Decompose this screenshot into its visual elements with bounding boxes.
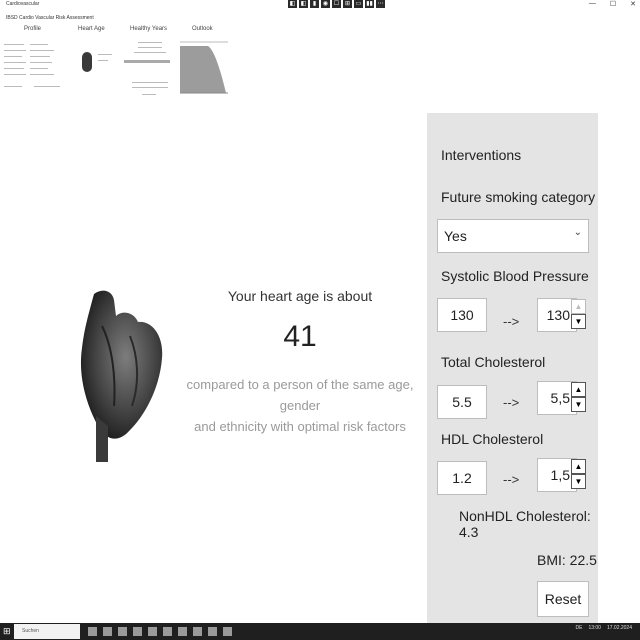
toolbar-button-3[interactable]: ▮ — [310, 0, 319, 8]
sbp-current-input[interactable]: 130 — [437, 298, 487, 332]
toolbar-button-6[interactable]: ⊞ — [343, 0, 352, 8]
toolbar-button-1[interactable]: ◧ — [288, 0, 297, 8]
document-title: IBSD Cardio Vascular Risk Assessment — [6, 15, 94, 21]
taskbar-app-icon[interactable] — [223, 627, 232, 636]
thumb-label: Heart Age — [78, 26, 105, 32]
page-thumbnails: Profile Heart Age Healthy Years Outlook — [0, 26, 240, 106]
chevron-down-icon: ⌄ — [573, 227, 582, 238]
toolbar-button-4[interactable]: ◉ — [321, 0, 330, 8]
hdl-current-input[interactable]: 1.2 — [437, 461, 487, 495]
tc-label: Total Cholesterol — [441, 354, 546, 370]
stepper-up-icon[interactable]: ▲ — [571, 299, 586, 314]
thumb-label: Healthy Years — [130, 26, 168, 32]
taskbar-app-icon[interactable] — [178, 627, 187, 636]
toolbar-button-2[interactable]: ◧ — [299, 0, 308, 8]
tc-arrow: --> — [503, 395, 520, 410]
taskbar-app-icon[interactable] — [163, 627, 172, 636]
heart-thumbnail-icon — [82, 52, 92, 72]
clock-time[interactable]: 13:00 — [588, 625, 601, 631]
sbp-future-value: 130 — [546, 307, 570, 323]
toolbar-button-5[interactable]: ☐ — [332, 0, 341, 8]
minimize-button[interactable]: — — [589, 0, 596, 8]
taskbar-app-icon[interactable] — [103, 627, 112, 636]
heart-age-value: 41 — [283, 320, 317, 353]
hdl-label: HDL Cholesterol — [441, 431, 544, 447]
window-title-bar: Cardiovascular ◧ ◧ ▮ ◉ ☐ ⊞ ▭ ▮▮ ⋯ — ☐ ✕ — [0, 0, 640, 10]
hdl-arrow: --> — [503, 472, 520, 487]
interventions-panel: Interventions Future smoking category Ye… — [427, 113, 598, 623]
tc-future-value: 5,5 — [550, 390, 570, 406]
hdl-stepper[interactable]: ▲ ▼ — [571, 459, 586, 491]
smoking-label: Future smoking category — [441, 189, 596, 205]
comparison-line-2: and ethnicity with optimal risk factors — [194, 419, 406, 434]
window-title: Cardiovascular — [6, 1, 40, 7]
comparison-line-1: compared to a person of the same age, ge… — [186, 377, 414, 413]
sbp-arrow: --> — [503, 314, 520, 329]
taskbar-app-icon[interactable] — [133, 627, 142, 636]
tc-stepper[interactable]: ▲ ▼ — [571, 382, 586, 414]
toolbar-button-9[interactable]: ⋯ — [376, 0, 385, 8]
nonhdl-cholesterol: NonHDL Cholesterol: 4.3 — [459, 508, 591, 540]
system-tray: DE 13:00 17.02.2024 — [576, 625, 633, 631]
taskbar-app-icon[interactable] — [208, 627, 217, 636]
taskbar-app-icon[interactable] — [148, 627, 157, 636]
hdl-future-value: 1,5 — [550, 467, 570, 483]
taskbar-search-input[interactable]: Suchen — [14, 624, 80, 639]
window-toolbar: ◧ ◧ ▮ ◉ ☐ ⊞ ▭ ▮▮ ⋯ — [288, 0, 385, 8]
stepper-down-icon[interactable]: ▼ — [571, 474, 586, 489]
smoking-value: Yes — [444, 228, 467, 244]
language-indicator[interactable]: DE — [576, 625, 583, 631]
stepper-up-icon[interactable]: ▲ — [571, 382, 586, 397]
stepper-down-icon[interactable]: ▼ — [571, 397, 586, 412]
panel-heading: Interventions — [441, 147, 522, 163]
start-icon[interactable]: ⊞ — [3, 626, 13, 636]
taskbar-app-icon[interactable] — [193, 627, 202, 636]
bmi-value: BMI: 22.5 — [537, 552, 597, 568]
close-button[interactable]: ✕ — [630, 0, 636, 8]
taskbar-app-icon[interactable] — [118, 627, 127, 636]
thumb-label: Profile — [24, 26, 42, 32]
stepper-down-icon[interactable]: ▼ — [571, 314, 586, 329]
clock-date[interactable]: 17.02.2024 — [607, 625, 632, 631]
heart-age-heading: Your heart age is about — [227, 288, 373, 304]
taskbar-app-icon[interactable] — [88, 627, 97, 636]
thumb-label: Outlook — [192, 26, 213, 32]
tc-current-input[interactable]: 5.5 — [437, 385, 487, 419]
maximize-button[interactable]: ☐ — [610, 0, 616, 8]
smoking-select[interactable]: Yes ⌄ — [437, 219, 589, 253]
sbp-stepper[interactable]: ▲ ▼ — [571, 299, 586, 331]
stepper-up-icon[interactable]: ▲ — [571, 459, 586, 474]
sbp-label: Systolic Blood Pressure — [441, 268, 589, 284]
reset-button[interactable]: Reset — [537, 581, 589, 617]
taskbar-app-icons — [88, 627, 232, 636]
toolbar-button-8[interactable]: ▮▮ — [365, 0, 374, 8]
taskbar: ⊞ Suchen DE 13:00 17.02.2024 — [0, 623, 640, 640]
toolbar-button-7[interactable]: ▭ — [354, 0, 363, 8]
heart-age-comparison: compared to a person of the same age, ge… — [178, 374, 422, 437]
heart-image — [72, 286, 172, 466]
outlook-thumbnail-chart — [180, 41, 228, 94]
